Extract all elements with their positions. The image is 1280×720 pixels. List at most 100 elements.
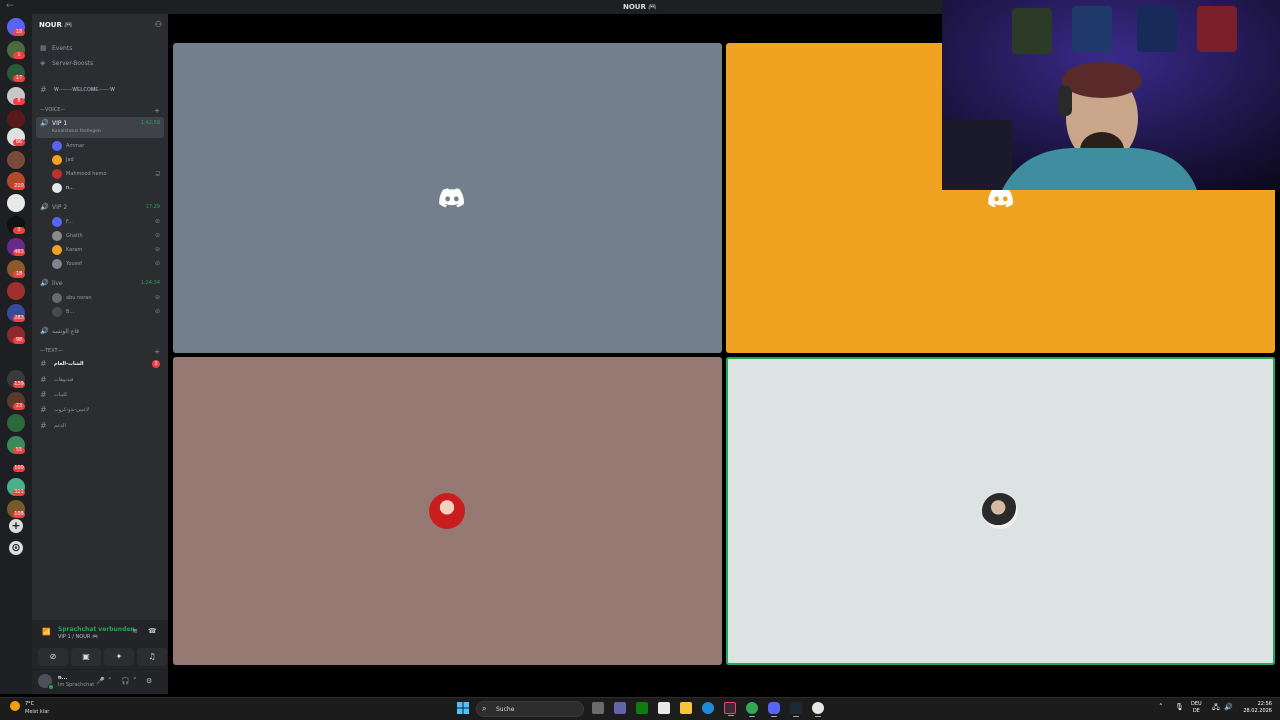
discord-logo-icon — [988, 188, 1013, 208]
chevron-down-icon[interactable]: ˅ — [108, 677, 112, 685]
add-channel-icon[interactable]: + — [154, 348, 160, 356]
chevron-down-icon[interactable]: ˅ — [133, 677, 137, 685]
voice-member[interactable]: Ghaith ⊘ — [52, 230, 164, 243]
voice-timer: 1:24:34 — [140, 280, 160, 286]
noise-suppression-icon[interactable]: ≋ — [132, 627, 138, 635]
weather-condition: Meist klar — [25, 709, 50, 715]
hashtag-icon: # — [40, 375, 47, 384]
avatar — [52, 307, 62, 317]
muted-icon: ⊘ — [154, 218, 160, 225]
signal-icon[interactable]: 📶 — [42, 628, 51, 636]
channel-status[interactable]: Kanalstatus festlegen — [52, 129, 101, 134]
avatar — [52, 293, 62, 303]
voice-member[interactable]: B... ⊘ — [52, 306, 164, 319]
guild-header[interactable]: NOUR 🎮 ⚇ — [32, 14, 168, 36]
nav-events-label: Events — [52, 45, 73, 52]
server-icon[interactable] — [7, 414, 25, 432]
voice-location[interactable]: VIP 1 / NOUR 🎮 — [58, 634, 98, 640]
voice-member[interactable]: Mahmood hemo ⊒ — [52, 168, 164, 181]
text-channel-label: فيديوهات — [54, 377, 74, 383]
clock[interactable]: 22:56 28.02.2026 — [1240, 701, 1272, 715]
headphones-icon[interactable]: 🎧 — [121, 677, 130, 685]
server-badge: 1 — [13, 52, 25, 59]
settings-gear-icon[interactable]: ⚙ — [146, 677, 152, 685]
participant-tile-speaking[interactable] — [726, 357, 1275, 665]
avatar — [429, 493, 465, 529]
webcam-overlay — [942, 0, 1280, 190]
server-icon[interactable] — [7, 194, 25, 212]
server-badge: 55 — [13, 447, 25, 454]
server-icon[interactable] — [7, 282, 25, 300]
text-channel[interactable]: # فيديوهات — [36, 373, 164, 387]
voice-channel-vip1[interactable]: 🔊 VIP 1 1:42:59 Kanalstatus festlegen — [36, 117, 164, 138]
discord-logo-icon — [439, 188, 464, 208]
chrome-icon[interactable] — [746, 702, 758, 717]
discover-icon[interactable]: ⊙ — [9, 541, 23, 555]
text-channel-label: الدعم — [54, 423, 66, 429]
steam-icon[interactable] — [790, 702, 802, 717]
windows-start-icon[interactable] — [457, 702, 469, 714]
invite-icon[interactable]: ⚇ — [155, 20, 162, 29]
muted-icon: ⊘ — [154, 308, 160, 315]
discord-icon[interactable] — [768, 702, 780, 717]
task-view-icon[interactable] — [592, 702, 604, 714]
nav-events[interactable]: ▦ Events — [32, 42, 168, 55]
voice-member[interactable]: Yousef ⊘ — [52, 258, 164, 271]
channel-welcome[interactable]: # 𝐖·-——𝐖𝐄𝐋𝐂𝐎𝐌𝐄——·𝐖 — [36, 83, 164, 97]
server-badge: 23 — [13, 403, 25, 410]
voice-member[interactable]: abu noran ⊘ — [52, 292, 164, 305]
text-channel[interactable]: # الدعم — [36, 419, 164, 433]
file-explorer-icon[interactable] — [680, 702, 692, 714]
input-language[interactable]: DEU DE — [1191, 701, 1202, 715]
add-server-icon[interactable]: + — [9, 519, 23, 533]
avatar — [52, 155, 62, 165]
teams-icon[interactable] — [614, 702, 626, 714]
disconnect-icon[interactable]: ☎ — [148, 627, 157, 635]
voice-member[interactable]: Karam ⊘ — [52, 244, 164, 257]
chevron-up-icon[interactable]: ˄ — [1159, 703, 1163, 711]
voice-channel-lounge[interactable]: 🔊 قاع الونسه — [36, 325, 164, 339]
server-icon[interactable] — [7, 110, 25, 128]
speaker-icon: 🔊 — [40, 119, 49, 127]
text-channel[interactable]: # لاعبين-بدو-كروب — [36, 403, 164, 417]
voice-channel-live[interactable]: 🔊 live 1:24:34 — [36, 277, 164, 291]
boost-icon: ◈ — [40, 59, 46, 67]
avatar — [52, 245, 62, 255]
participant-tile[interactable] — [173, 43, 722, 353]
member-name: Jad — [66, 157, 74, 163]
server-icon[interactable] — [7, 151, 25, 169]
voice-timer: 1:42:59 — [140, 120, 160, 126]
voice-member[interactable]: n... — [52, 182, 164, 195]
activities-button[interactable]: ✦ — [104, 648, 134, 666]
user-name: n... — [58, 675, 68, 681]
edge-icon[interactable] — [702, 702, 714, 714]
calendar-app-icon[interactable] — [658, 702, 670, 714]
hashtag-icon: # — [40, 421, 47, 430]
weather-icon[interactable] — [10, 701, 20, 711]
nav-server-boosts[interactable]: ◈ Server-Boosts — [32, 57, 168, 70]
voice-member[interactable]: Jad — [52, 154, 164, 167]
status-online-dot — [48, 684, 54, 690]
volume-icon[interactable]: 🔊 — [1224, 703, 1233, 711]
voice-member[interactable]: F... ⊘ — [52, 216, 164, 229]
xbox-icon[interactable] — [636, 702, 648, 714]
camera-off-button[interactable]: ⊘ — [38, 648, 68, 666]
share-screen-button[interactable]: ▣ — [71, 648, 101, 666]
microphone-icon[interactable]: 🎤 — [96, 677, 105, 685]
obs-icon[interactable] — [724, 702, 736, 716]
category-voice[interactable]: —VOICE— + — [40, 107, 164, 117]
text-channel[interactable]: # كليبات — [36, 388, 164, 402]
participant-tile[interactable] — [173, 357, 722, 665]
network-icon[interactable]: 🖧 — [1212, 703, 1220, 714]
lang-bottom: DE — [1192, 708, 1200, 714]
text-channel[interactable]: # الشات-العام 3 — [36, 357, 164, 371]
add-channel-icon[interactable]: + — [154, 107, 160, 115]
voice-member[interactable]: Ammar — [52, 140, 164, 153]
server-badge: 483 — [13, 249, 25, 256]
taskbar-search[interactable]: ⌕ Suche — [476, 701, 584, 717]
clock-date: 28.02.2026 — [1243, 708, 1272, 714]
app-icon[interactable] — [812, 702, 824, 717]
microphone-icon[interactable]: 🎙 — [1175, 703, 1184, 711]
voice-channel-vip2[interactable]: 🔊 VIP 2 17:29 — [36, 201, 164, 215]
soundboard-button[interactable]: ♫ — [137, 648, 167, 666]
